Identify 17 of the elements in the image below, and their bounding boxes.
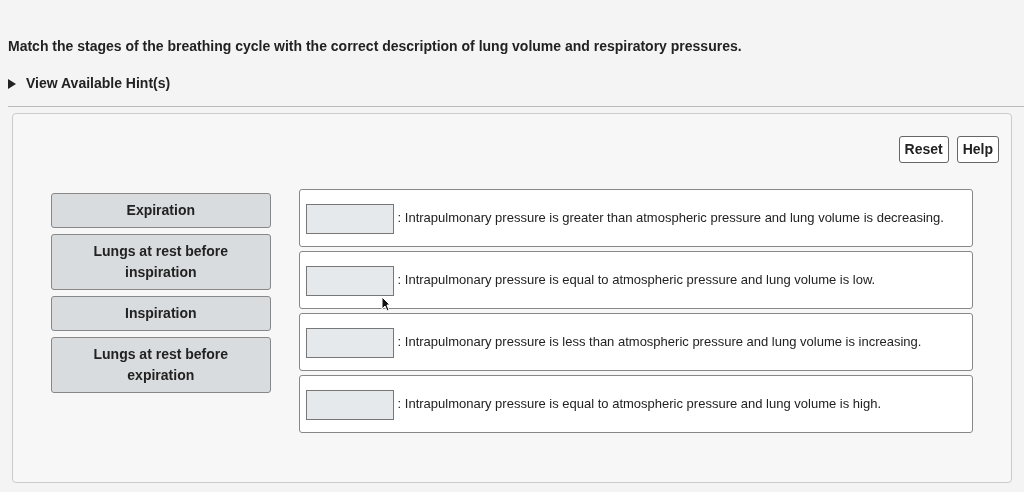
draggable-label[interactable]: Lungs at rest before expiration [51, 337, 271, 393]
draggable-label[interactable]: Lungs at rest before inspiration [51, 234, 271, 290]
description-text: : Intrapulmonary pressure is greater than atmospheric pressure and lung volume is decreasing. [397, 210, 944, 225]
toolbar-button[interactable]: Help [956, 136, 999, 163]
hints-toggle[interactable]: View Available Hint(s) [8, 73, 171, 94]
question-text: Match the stages of the breathing cycle with the correct description of lung volume and respiratory pressures. [7, 37, 743, 56]
description-text: : Intrapulmonary pressure is equal to atmospheric pressure and lung volume is high. [397, 396, 881, 411]
triangle-icon [8, 78, 16, 89]
draggable-label[interactable]: Inspiration [51, 296, 271, 331]
drop-zone[interactable] [305, 327, 394, 358]
description-text: : Intrapulmonary pressure is equal to atmospheric pressure and lung volume is low. [397, 272, 876, 287]
toolbar-button[interactable]: Reset [898, 136, 949, 163]
drop-zone[interactable] [305, 389, 394, 420]
drop-zone[interactable] [305, 203, 394, 234]
draggable-label[interactable]: Expiration [51, 193, 271, 228]
drop-zone[interactable] [305, 265, 394, 296]
description-text: : Intrapulmonary pressure is less than atmospheric pressure and lung volume is increasing. [397, 334, 922, 349]
